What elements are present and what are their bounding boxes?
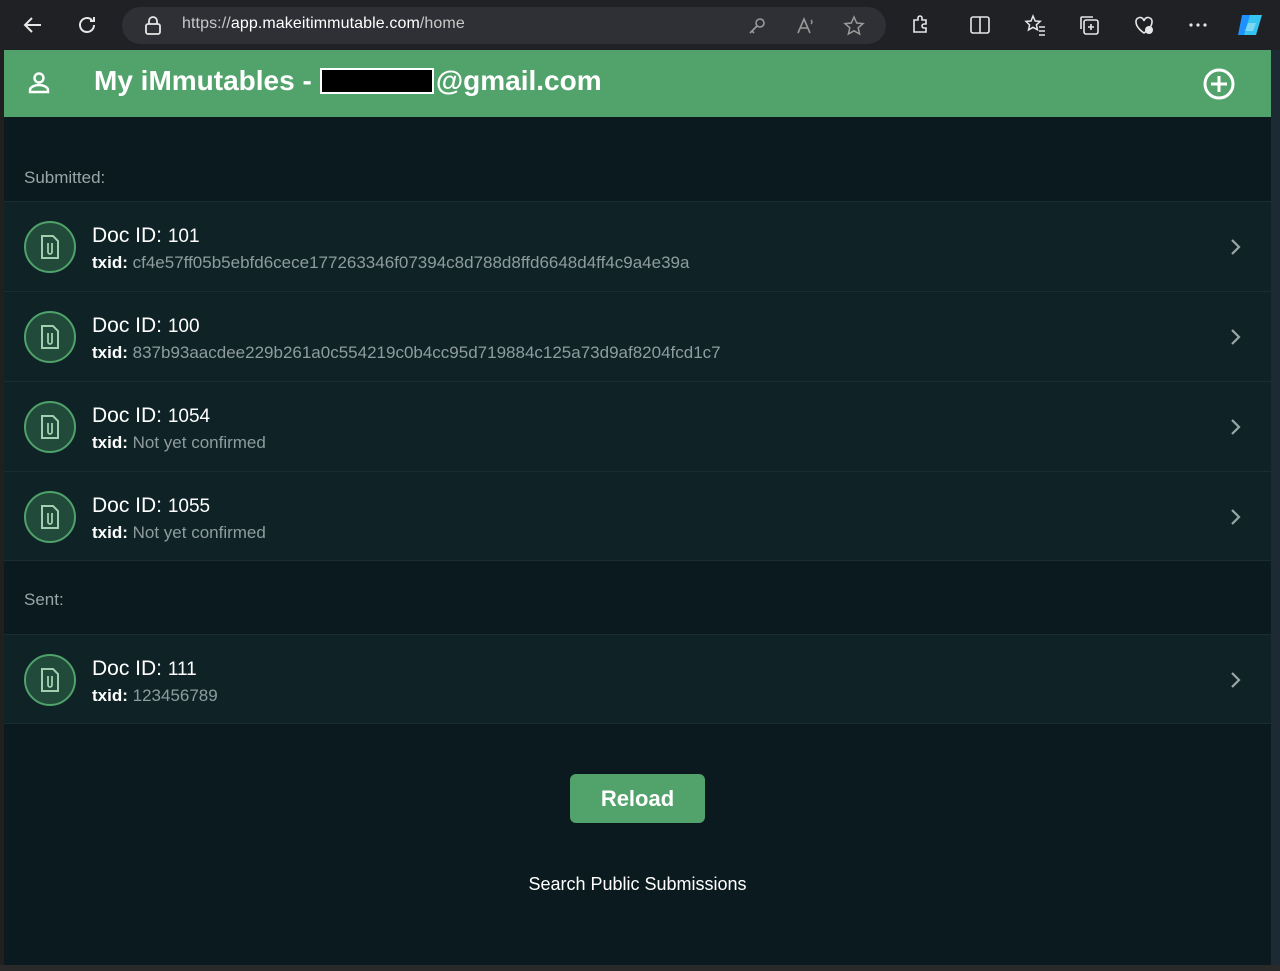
txid-value: Not yet confirmed <box>132 523 266 542</box>
back-icon[interactable] <box>17 9 49 41</box>
url-host: app.makeitimmutable.com <box>230 15 420 32</box>
txid: txid: Not yet confirmed <box>92 523 266 543</box>
browser-essentials-icon[interactable] <box>1132 13 1156 37</box>
doc-id-value: 100 <box>167 316 200 337</box>
doc-id: Doc ID: 1055 <box>92 494 210 518</box>
doc-id-value: 1054 <box>167 406 211 427</box>
doc-id-label: Doc ID: <box>92 657 163 680</box>
address-bar[interactable]: https://app.makeitimmutable.com/home <box>122 7 886 44</box>
url-text[interactable]: https://app.makeitimmutable.com/home <box>182 15 465 33</box>
user-icon[interactable] <box>26 70 52 100</box>
txid-label: txid: <box>92 343 128 362</box>
search-public-submissions-link: Search Public Submissions <box>4 874 1271 895</box>
page-side-gutter <box>1271 50 1280 971</box>
reload-button[interactable]: Reload <box>570 774 705 823</box>
attachment-doc-icon <box>24 221 76 273</box>
email-domain: @gmail.com <box>435 65 602 96</box>
txid: txid: cf4e57ff05b5ebfd6cece177263346f073… <box>92 253 689 273</box>
browser-toolbar: https://app.makeitimmutable.com/home <box>0 0 1280 50</box>
section-sent-label: Sent: <box>24 590 64 609</box>
doc-id-label: Doc ID: <box>92 224 163 247</box>
chevron-right-icon[interactable] <box>1229 238 1241 260</box>
refresh-icon[interactable] <box>71 9 103 41</box>
list-item[interactable]: Doc ID: 1054 txid: Not yet confirmed <box>4 381 1271 471</box>
read-aloud-icon[interactable] <box>795 15 817 37</box>
txid-value: cf4e57ff05b5ebfd6cece177263346f07394c8d7… <box>132 253 690 272</box>
doc-id-label: Doc ID: <box>92 314 163 337</box>
attachment-doc-icon <box>24 401 76 453</box>
txid-label: txid: <box>92 686 128 705</box>
txid-value: 837b93aacdee229b261a0c554219c0b4cc95d719… <box>132 343 721 362</box>
list-item[interactable]: Doc ID: 111 txid: 123456789 <box>4 634 1271 724</box>
doc-id-label: Doc ID: <box>92 494 163 517</box>
copilot-icon[interactable] <box>1236 11 1264 39</box>
txid: txid: 123456789 <box>92 686 218 706</box>
search-public-submissions-label[interactable]: Search Public Submissions <box>528 874 746 894</box>
list-item[interactable]: Doc ID: 100 txid: 837b93aacdee229b261a0c… <box>4 291 1271 381</box>
lock-icon[interactable] <box>144 16 162 40</box>
txid-label: txid: <box>92 523 128 542</box>
section-submitted-label: Submitted: <box>24 168 106 187</box>
key-icon[interactable] <box>746 15 768 37</box>
favorites-icon[interactable] <box>1023 13 1047 37</box>
doc-id: Doc ID: 1054 <box>92 404 210 428</box>
doc-id: Doc ID: 101 <box>92 224 200 248</box>
extensions-icon[interactable] <box>909 13 933 37</box>
doc-id: Doc ID: 100 <box>92 314 200 338</box>
collections-icon[interactable] <box>1077 13 1101 37</box>
title-text: My iMmutables - <box>94 65 312 96</box>
txid-label: txid: <box>92 253 128 272</box>
split-screen-icon[interactable] <box>968 13 992 37</box>
add-circle-icon[interactable] <box>1202 67 1236 105</box>
txid-value: Not yet confirmed <box>132 433 266 452</box>
doc-id: Doc ID: 111 <box>92 657 197 681</box>
chevron-right-icon[interactable] <box>1229 418 1241 440</box>
attachment-doc-icon <box>24 491 76 543</box>
txid-value: 123456789 <box>132 686 218 705</box>
chevron-right-icon[interactable] <box>1229 508 1241 530</box>
chevron-right-icon[interactable] <box>1229 328 1241 350</box>
doc-id-value: 101 <box>167 226 200 247</box>
window-bottom-edge <box>0 965 1280 971</box>
txid: txid: Not yet confirmed <box>92 433 266 453</box>
doc-id-label: Doc ID: <box>92 404 163 427</box>
url-scheme: https:// <box>182 15 231 32</box>
txid: txid: 837b93aacdee229b261a0c554219c0b4cc… <box>92 343 721 363</box>
attachment-doc-icon <box>24 654 76 706</box>
submitted-list: Doc ID: 101 txid: cf4e57ff05b5ebfd6cece1… <box>4 201 1271 561</box>
doc-id-value: 111 <box>167 659 197 680</box>
doc-id-value: 1055 <box>167 496 211 517</box>
txid-label: txid: <box>92 433 128 452</box>
page-title: My iMmutables - @gmail.com <box>94 65 602 97</box>
sent-list: Doc ID: 111 txid: 123456789 <box>4 634 1271 724</box>
list-item[interactable]: Doc ID: 1055 txid: Not yet confirmed <box>4 471 1271 561</box>
attachment-doc-icon <box>24 311 76 363</box>
favorite-star-icon[interactable] <box>843 15 865 37</box>
more-options-icon[interactable] <box>1186 13 1210 37</box>
redacted-email-box <box>319 68 434 94</box>
chevron-right-icon[interactable] <box>1229 671 1241 693</box>
app-frame: My iMmutables - @gmail.com Submitted: Do… <box>4 50 1271 965</box>
list-item[interactable]: Doc ID: 101 txid: cf4e57ff05b5ebfd6cece1… <box>4 201 1271 291</box>
app-header: My iMmutables - @gmail.com <box>4 50 1271 117</box>
url-path: /home <box>419 15 465 32</box>
